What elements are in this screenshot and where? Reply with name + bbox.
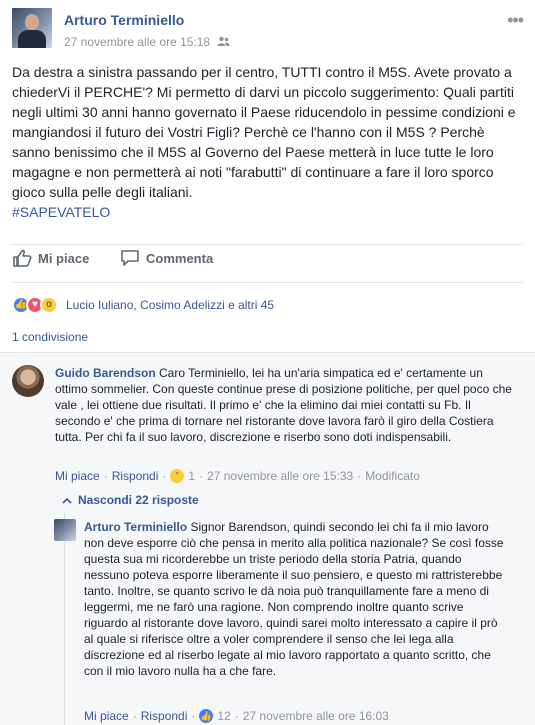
more-options-icon[interactable]: ••• — [507, 10, 524, 31]
post-meta: 27 novembre alle ore 15:18 — [64, 35, 230, 50]
reply-author[interactable]: Arturo Terminiello — [84, 520, 187, 534]
hide-replies-link[interactable]: Nascondi 22 risposte — [62, 493, 199, 507]
reply-meta: Mi piace · Rispondi · 👍 12 · 27 novembre… — [84, 709, 389, 723]
friends-privacy-icon[interactable] — [217, 36, 230, 50]
reply-thread-line — [64, 513, 65, 725]
wow-reaction-icon: o — [40, 295, 58, 314]
reaction-icons: 👍 ♥ o — [12, 295, 58, 314]
sad-reaction-icon[interactable]: ˘ — [170, 469, 185, 483]
hide-replies-label: Nascondi 22 risposte — [78, 493, 199, 507]
post-author-name[interactable]: Arturo Terminiello — [64, 12, 184, 28]
chevron-up-icon — [62, 497, 72, 504]
comment-timestamp[interactable]: 27 novembre alle ore 15:33 — [207, 469, 353, 483]
like-button[interactable]: Mi piace — [12, 249, 89, 267]
post-actions: Mi piace Commenta — [12, 244, 523, 272]
reply-author-avatar[interactable] — [54, 519, 76, 541]
post-header: Arturo Terminiello 27 novembre alle ore … — [12, 8, 524, 54]
reply-comment: Arturo Terminiello Signor Barendson, qui… — [84, 519, 504, 679]
comment-meta: Mi piace · Rispondi · ˘ 1 · 27 novembre … — [55, 469, 420, 483]
comment-reply-link[interactable]: Rispondi — [112, 469, 159, 483]
like-label: Mi piace — [38, 250, 90, 266]
post-hashtag[interactable]: #SAPEVATELO — [12, 204, 110, 220]
thumbs-up-icon — [13, 249, 32, 267]
reply-reply-link[interactable]: Rispondi — [141, 709, 188, 723]
reply-reaction-count[interactable]: 12 — [217, 709, 230, 723]
post-timestamp[interactable]: 27 novembre alle ore 15:18 — [64, 35, 210, 49]
comment: Guido Barendson Caro Terminiello, lei ha… — [55, 365, 515, 445]
comment-label: Commenta — [146, 250, 214, 266]
reply-text: Signor Barendson, quindi secondo lei chi… — [84, 520, 504, 678]
comment-button[interactable]: Commenta — [120, 249, 213, 267]
comment-bubble-icon — [121, 250, 139, 266]
reply-like-link[interactable]: Mi piace — [84, 709, 129, 723]
like-reaction-icon[interactable]: 👍 — [199, 709, 214, 723]
reply-timestamp[interactable]: 27 novembre alle ore 16:03 — [243, 709, 389, 723]
author-avatar[interactable] — [12, 8, 52, 48]
comment-like-link[interactable]: Mi piace — [55, 469, 100, 483]
reactors-summary[interactable]: Lucio Iuliano, Cosimo Adelizzi e altri 4… — [66, 298, 274, 312]
post-body: Da destra a sinistra passando per il cen… — [12, 62, 524, 222]
post-text: Da destra a sinistra passando per il cen… — [12, 64, 516, 200]
commenter-avatar[interactable] — [12, 365, 44, 397]
share-count[interactable]: 1 condivisione — [12, 330, 523, 344]
comment-reaction-count[interactable]: 1 — [188, 469, 195, 483]
post-card: Arturo Terminiello 27 novembre alle ore … — [0, 0, 535, 725]
comment-author[interactable]: Guido Barendson — [55, 366, 156, 380]
comment-edited-label[interactable]: Modificato — [365, 469, 420, 483]
reactions-bar[interactable]: 👍 ♥ o Lucio Iuliano, Cosimo Adelizzi e a… — [12, 282, 523, 318]
comments-section: Guido Barendson Caro Terminiello, lei ha… — [0, 352, 535, 725]
